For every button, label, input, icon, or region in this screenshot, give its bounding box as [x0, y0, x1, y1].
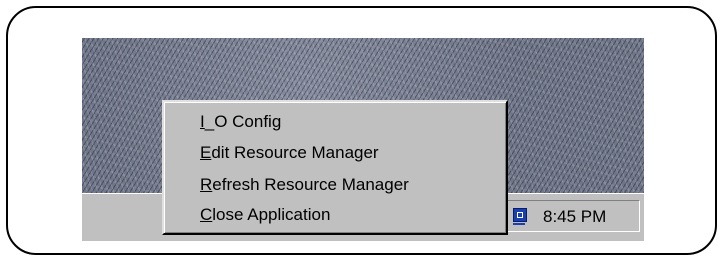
- tray-clock[interactable]: 8:45 PM: [543, 208, 606, 226]
- menu-item-label: efresh Resource Manager: [212, 175, 409, 194]
- context-menu: I_O Config Edit Resource Manager Refresh…: [162, 100, 508, 235]
- menu-item-refresh-resource-manager[interactable]: Refresh Resource Manager: [200, 172, 409, 198]
- menu-item-label: dit Resource Manager: [211, 143, 379, 162]
- tray-icon-underline: [513, 223, 525, 225]
- system-tray: 8:45 PM: [504, 200, 640, 232]
- menu-item-close-application[interactable]: Close Application: [200, 202, 330, 228]
- menu-item-mnemonic: E: [200, 143, 212, 162]
- menu-item-mnemonic: R: [200, 175, 213, 194]
- menu-item-io-config[interactable]: I_O Config: [200, 109, 281, 135]
- network-tray-icon[interactable]: [513, 208, 527, 222]
- menu-item-mnemonic: C: [200, 205, 213, 224]
- menu-item-label: _O Config: [204, 112, 282, 131]
- menu-item-label: lose Application: [212, 205, 331, 224]
- menu-item-edit-resource-manager[interactable]: Edit Resource Manager: [200, 140, 379, 166]
